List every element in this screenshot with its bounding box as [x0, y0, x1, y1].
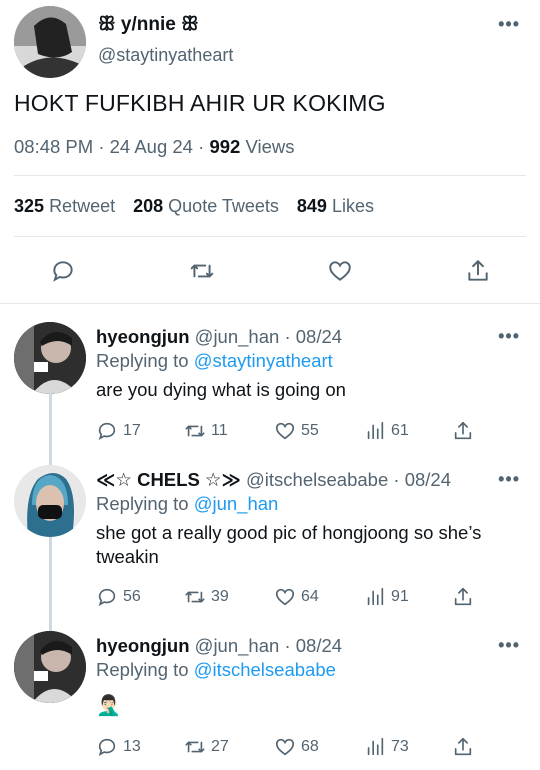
comment-icon — [98, 738, 116, 757]
avatar[interactable] — [14, 322, 86, 394]
comment-icon[interactable] — [46, 254, 80, 288]
replying-to: Replying to @jun_han — [96, 493, 279, 514]
thread-line — [49, 394, 52, 466]
reply-action-bar: 56 39 64 91 — [96, 586, 516, 610]
reply-header: ≪☆ CHELS ☆≫ @itschelseababe · 08/24 — [96, 469, 451, 490]
reply-text: are you dying what is going on — [96, 379, 346, 400]
replying-to-link[interactable]: @staytinyatheart — [194, 350, 333, 371]
main-action-bar — [0, 254, 540, 288]
like-icon — [275, 422, 295, 440]
views-icon — [367, 737, 384, 756]
reply-date[interactable]: 08/24 — [296, 635, 342, 656]
comment-button[interactable]: 56 — [96, 586, 141, 608]
tweet-text: HOKT FUFKIBH AHIR UR KOKIMG — [14, 90, 386, 116]
divider — [14, 175, 526, 176]
user-handle[interactable]: @staytinyatheart — [98, 45, 233, 66]
tweet-date[interactable]: 24 Aug 24 — [110, 136, 193, 157]
comment-icon — [98, 422, 116, 441]
like-icon — [275, 738, 295, 756]
tweet-meta: 08:48 PM · 24 Aug 24 · 992 Views — [14, 136, 295, 157]
reply-text: she got a really good pic of hongjoong s… — [96, 522, 482, 567]
reply-action-bar: 13 27 68 73 — [96, 736, 516, 760]
reply-action-bar: 17 11 55 61 — [96, 420, 516, 444]
share-icon[interactable] — [461, 254, 495, 288]
divider — [0, 303, 540, 304]
reply-header: hyeongjun @jun_han · 08/24 — [96, 326, 343, 347]
views-label: Views — [245, 136, 295, 157]
thread-line — [49, 537, 52, 631]
more-icon[interactable]: ••• — [498, 326, 520, 347]
retweet-button[interactable]: 27 — [184, 736, 229, 758]
tweet-time[interactable]: 08:48 PM — [14, 136, 93, 157]
views-button[interactable]: 73 — [364, 736, 409, 758]
like-button[interactable]: 68 — [274, 736, 319, 758]
engagement-stats: 325 Retweet 208 Quote Tweets 849 Likes — [14, 196, 374, 217]
avatar[interactable] — [14, 631, 86, 703]
share-icon[interactable] — [452, 586, 479, 608]
reply-author-name[interactable]: hyeongjun — [96, 635, 190, 656]
replying-to-link[interactable]: @itschelseababe — [194, 659, 336, 680]
retweets-stat[interactable]: 325 Retweet — [14, 196, 115, 216]
reply-author-handle[interactable]: @jun_han — [195, 326, 280, 347]
quotes-stat[interactable]: 208 Quote Tweets — [133, 196, 279, 216]
avatar[interactable] — [14, 6, 86, 78]
views-icon — [367, 421, 384, 440]
more-icon[interactable]: ••• — [498, 635, 520, 656]
retweet-icon — [185, 741, 205, 753]
like-icon[interactable] — [323, 254, 357, 288]
views-count: 992 — [209, 136, 241, 157]
replying-to-link[interactable]: @jun_han — [194, 493, 279, 514]
avatar[interactable] — [14, 465, 86, 537]
retweet-icon — [185, 425, 205, 437]
views-button[interactable]: 91 — [364, 586, 409, 608]
more-icon[interactable]: ••• — [498, 469, 520, 490]
reply-author-handle[interactable]: @itschelseababe — [246, 469, 388, 490]
comment-button[interactable]: 17 — [96, 420, 141, 442]
views-button[interactable]: 61 — [364, 420, 409, 442]
reply-date[interactable]: 08/24 — [296, 326, 342, 347]
share-icon[interactable] — [452, 736, 479, 758]
reply-date[interactable]: 08/24 — [405, 469, 451, 490]
reply-author-name[interactable]: ≪☆ CHELS ☆≫ — [96, 469, 241, 490]
replying-to: Replying to @staytinyatheart — [96, 350, 333, 371]
replying-to: Replying to @itschelseababe — [96, 659, 336, 680]
retweet-icon — [185, 591, 205, 603]
retweet-button[interactable]: 11 — [184, 420, 228, 442]
share-icon[interactable] — [452, 420, 479, 442]
more-icon[interactable]: ••• — [498, 14, 520, 35]
likes-stat[interactable]: 849 Likes — [297, 196, 374, 216]
reply-header: hyeongjun @jun_han · 08/24 — [96, 635, 343, 656]
display-name[interactable]: ꕥ y/nnie ꕥ — [98, 14, 199, 36]
like-button[interactable]: 64 — [274, 586, 319, 608]
views-icon — [367, 587, 384, 606]
comment-icon — [98, 588, 116, 607]
comment-button[interactable]: 13 — [96, 736, 141, 758]
like-button[interactable]: 55 — [274, 420, 319, 442]
divider — [14, 236, 526, 237]
retweet-button[interactable]: 39 — [184, 586, 229, 608]
like-icon — [275, 588, 295, 606]
retweet-icon[interactable] — [185, 254, 219, 288]
reply-author-handle[interactable]: @jun_han — [195, 635, 280, 656]
reply-author-name[interactable]: hyeongjun — [96, 326, 190, 347]
reply-text: 🤦🏻‍♂️ — [96, 695, 121, 717]
